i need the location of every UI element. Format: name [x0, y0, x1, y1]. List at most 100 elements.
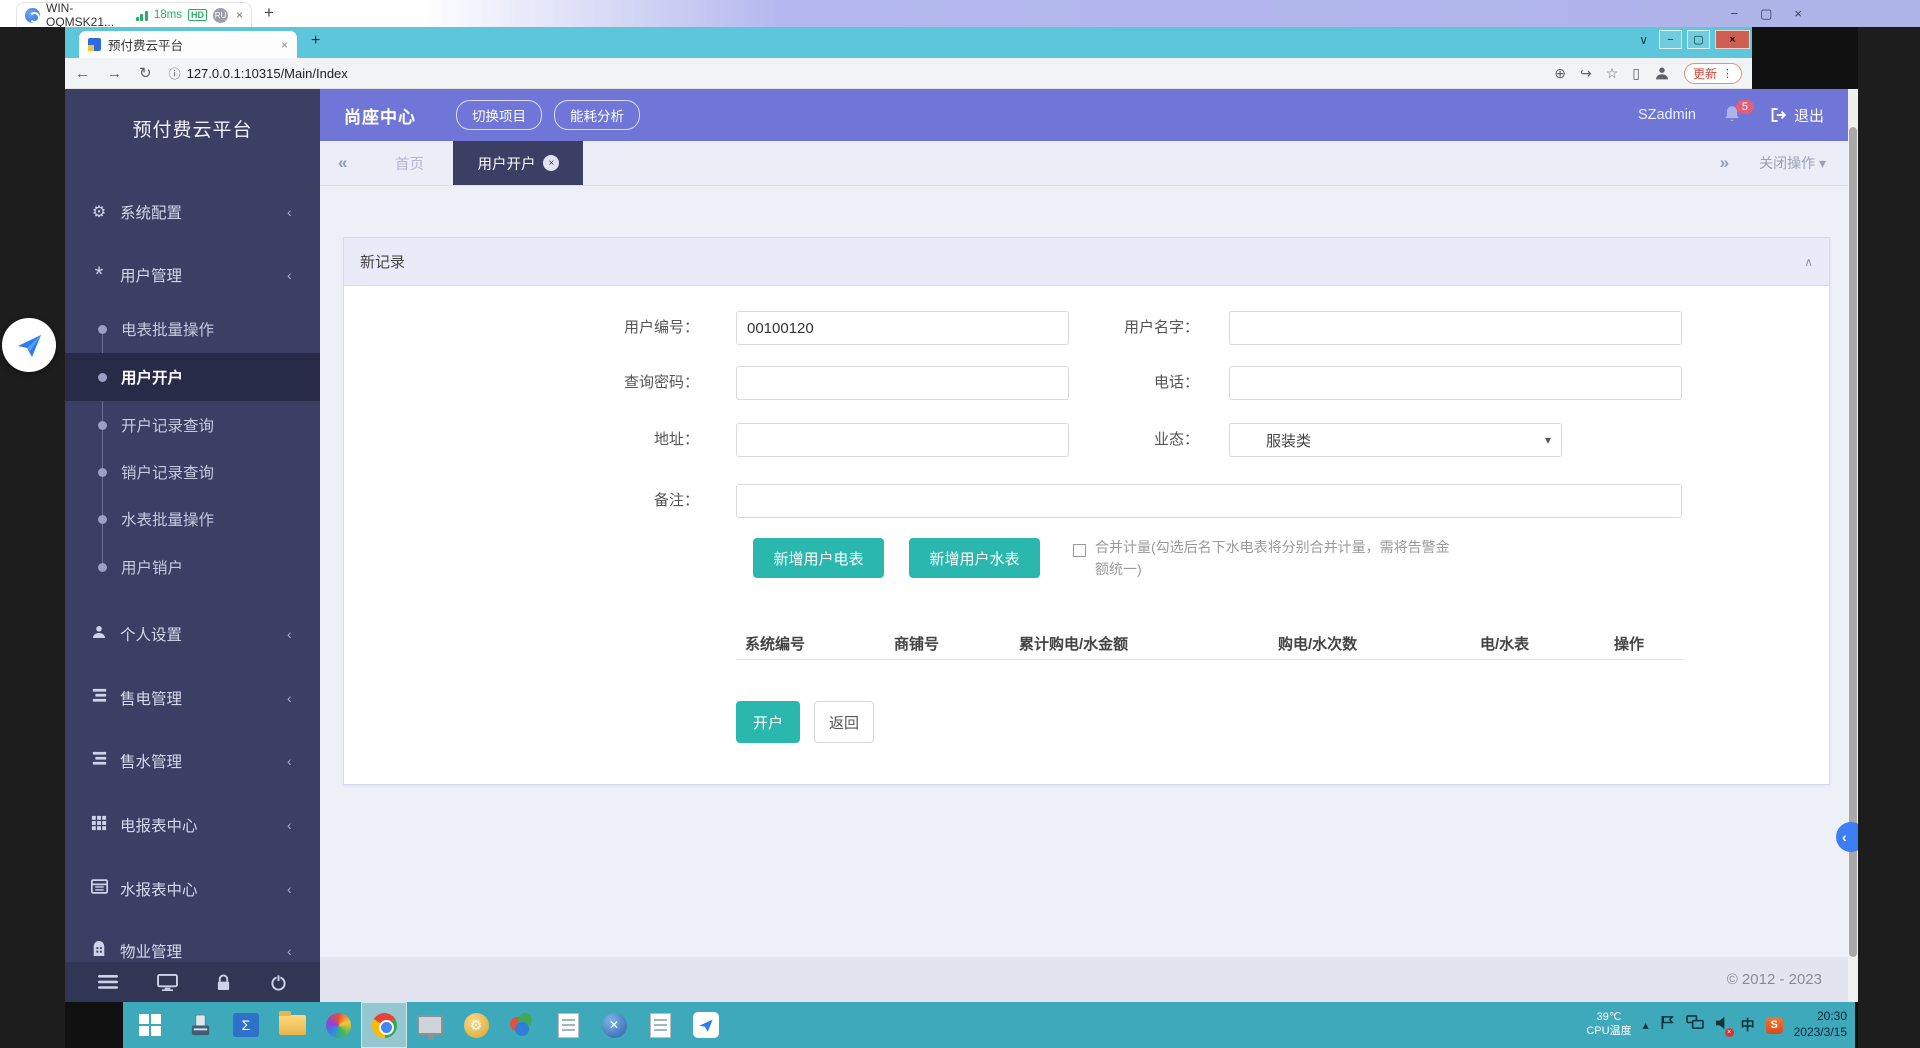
window-menu-icon[interactable]: ∨: [1639, 33, 1648, 47]
chevron-left-icon: ‹: [287, 626, 292, 642]
taskbar-file-explorer[interactable]: [269, 1002, 315, 1048]
taskbar-color-app[interactable]: [315, 1002, 361, 1048]
window-minimize-button[interactable]: −: [1659, 30, 1682, 49]
sidebar-item-user-management[interactable]: * 用户管理 ‹: [65, 251, 320, 299]
sidebar-subitem-close-records[interactable]: 销户记录查询: [65, 448, 320, 496]
back-button[interactable]: 返回: [814, 701, 874, 743]
taskbar-rings-app[interactable]: [499, 1002, 545, 1048]
tab-open-account[interactable]: 用户开户 ×: [453, 141, 583, 185]
add-water-meter-button[interactable]: 新增用户水表: [909, 538, 1040, 578]
profile-avatar-icon[interactable]: [1654, 65, 1670, 81]
taskbar-chrome-active[interactable]: [361, 1002, 407, 1048]
sidebar-item-water-sales[interactable]: 售水管理 ‹: [65, 737, 320, 785]
sidebar-subitem-water-batch[interactable]: 水表批量操作: [65, 495, 320, 543]
sogou-ime-icon[interactable]: S: [1766, 1017, 1783, 1034]
sidebar-item-personal-settings[interactable]: 个人设置 ‹: [65, 610, 320, 658]
taskbar-server-manager[interactable]: [177, 1002, 223, 1048]
hamburger-menu-icon[interactable]: [98, 975, 118, 989]
scroll-tabs-right-icon[interactable]: »: [1720, 153, 1729, 173]
browser-tab[interactable]: 预付费云平台 ×: [79, 31, 297, 58]
page-scrollbar[interactable]: [1848, 89, 1858, 1002]
user-name-label: 用户名字：: [979, 311, 1199, 345]
phone-input[interactable]: [1229, 366, 1682, 400]
client-minimize-button[interactable]: −: [1731, 6, 1739, 21]
sidebar-item-system-config[interactable]: ⚙ 系统配置 ‹: [65, 188, 320, 236]
share-icon[interactable]: ↪: [1580, 65, 1592, 82]
browser-update-button[interactable]: 更新 ⋮: [1684, 63, 1742, 84]
merge-metering-checkbox[interactable]: [1073, 544, 1086, 557]
panel-title: 新记录: [360, 251, 405, 272]
address-bar[interactable]: 127.0.0.1:10315/Main/Index: [187, 66, 348, 81]
tab-bar: « 首页 用户开户 × » 关闭操作 ▾: [320, 141, 1848, 186]
taskbar-powershell[interactable]: Σ: [223, 1002, 269, 1048]
chevron-left-icon: ‹: [287, 204, 292, 220]
forward-icon[interactable]: →: [107, 65, 122, 82]
network-icon[interactable]: [1686, 1015, 1704, 1035]
taskbar-notepad-2[interactable]: [637, 1002, 683, 1048]
taskbar-notepad[interactable]: [545, 1002, 591, 1048]
collapse-panel-icon[interactable]: ∧: [1804, 255, 1813, 269]
taskbar-monitor-app[interactable]: [407, 1002, 453, 1048]
phone-label: 电话：: [979, 366, 1199, 400]
business-type-select[interactable]: 服装类 ▾: [1229, 423, 1562, 457]
window-restore-button[interactable]: ▢: [1687, 30, 1710, 49]
taskbar-admin-tools[interactable]: ✕: [591, 1002, 637, 1048]
todesk-floating-ball[interactable]: [2, 318, 56, 372]
sidebar-item-water-reports[interactable]: 水报表中心 ‹: [65, 865, 320, 913]
remark-input[interactable]: [736, 484, 1682, 518]
col-total-amount: 累计购电/水金额: [1019, 633, 1128, 654]
switch-project-button[interactable]: 切换项目: [456, 100, 542, 130]
close-actions-dropdown[interactable]: 关闭操作 ▾: [1759, 153, 1826, 173]
tab-home[interactable]: 首页: [365, 141, 453, 185]
ime-indicator[interactable]: 中: [1741, 1015, 1755, 1035]
flag-action-center-icon[interactable]: [1660, 1015, 1675, 1035]
relay-badge: RU: [213, 8, 228, 23]
window-close-button[interactable]: ×: [1715, 30, 1750, 49]
scroll-tabs-left-icon[interactable]: «: [320, 153, 365, 173]
gear-icon: ⚙: [89, 202, 109, 222]
windows-start-button[interactable]: [123, 1002, 177, 1048]
monitor-icon[interactable]: [157, 974, 178, 991]
tab-close-icon[interactable]: ×: [543, 155, 559, 171]
client-restore-button[interactable]: ▢: [1760, 6, 1772, 22]
browser-new-tab-button[interactable]: +: [311, 32, 320, 50]
add-electric-meter-button[interactable]: 新增用户电表: [753, 538, 884, 578]
browser-titlebar: 预付费云平台 × + ∨ − ▢ ×: [65, 27, 1752, 58]
taskbar-clock[interactable]: 20:30 2023/3/15: [1794, 1009, 1847, 1040]
notification-bell-icon[interactable]: 5: [1722, 104, 1744, 126]
site-info-icon[interactable]: ⓘ: [169, 65, 181, 82]
window-icon: [89, 879, 109, 899]
bookmark-star-icon[interactable]: ☆: [1606, 65, 1619, 82]
side-panel-icon[interactable]: ▯: [1632, 65, 1640, 82]
power-icon[interactable]: [270, 974, 287, 991]
sidebar-subitem-meter-batch[interactable]: 电表批量操作: [65, 305, 320, 353]
taskbar-todesk[interactable]: [683, 1002, 729, 1048]
close-session-icon[interactable]: ×: [236, 8, 243, 22]
energy-analysis-button[interactable]: 能耗分析: [554, 100, 640, 130]
logout-button[interactable]: 退出: [1770, 105, 1824, 126]
tray-expand-icon[interactable]: ▴: [1643, 1018, 1649, 1032]
sidebar-item-electric-reports[interactable]: 电报表中心 ‹: [65, 801, 320, 849]
main-area: 尚座中心 切换项目 能耗分析 SZadmin 5 退出: [320, 89, 1848, 1002]
zoom-icon[interactable]: ⊕: [1554, 65, 1566, 82]
remark-label: 备注：: [479, 484, 699, 518]
collapse-sidebar-ball[interactable]: ‹: [1836, 822, 1858, 852]
lock-icon[interactable]: [216, 974, 231, 991]
taskbar-gold-gear-app[interactable]: ⚙: [453, 1002, 499, 1048]
browser-menu-icon[interactable]: ⋮: [1722, 67, 1733, 80]
new-session-button[interactable]: +: [264, 3, 274, 23]
remote-session-tab[interactable]: WIN-OQMSK21... 18ms HD RU ×: [16, 2, 252, 27]
col-meter-type: 电/水表: [1480, 633, 1529, 654]
reload-icon[interactable]: ↻: [139, 64, 152, 82]
sidebar-item-electric-sales[interactable]: 售电管理 ‹: [65, 674, 320, 722]
client-close-button[interactable]: ×: [1794, 6, 1802, 21]
sidebar-subitem-open-records[interactable]: 开户记录查询: [65, 401, 320, 449]
open-account-button[interactable]: 开户: [736, 701, 800, 743]
sidebar-subitem-open-account[interactable]: 用户开户: [65, 353, 320, 401]
speaker-muted-icon[interactable]: ×: [1715, 1016, 1730, 1035]
user-name-input[interactable]: [1229, 311, 1682, 345]
browser-tab-close-icon[interactable]: ×: [281, 38, 288, 52]
sidebar-subitem-cancel-account[interactable]: 用户销户: [65, 543, 320, 591]
back-icon[interactable]: ←: [75, 65, 90, 82]
new-record-panel: 新记录 ∧ 用户编号： 用户名字： 查询密码： 电话： 地址：: [343, 237, 1830, 785]
